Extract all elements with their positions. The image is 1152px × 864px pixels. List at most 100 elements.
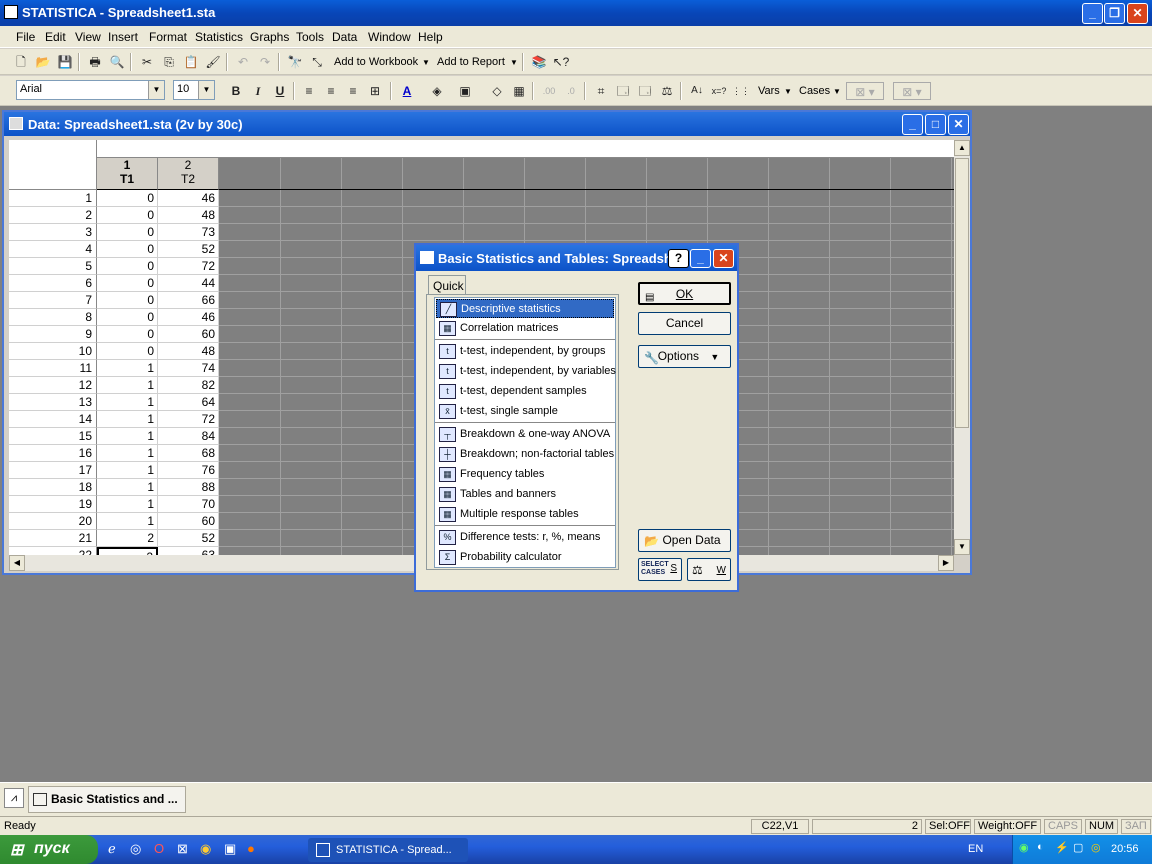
close-button[interactable]: ✕	[1127, 3, 1148, 24]
add-to-workbook-button[interactable]: Add to Workbook	[334, 56, 418, 68]
cell-t1[interactable]: 0	[97, 292, 158, 309]
goto-icon[interactable]: ⤡	[308, 53, 326, 71]
row-header[interactable]: 2	[9, 207, 97, 224]
row-header[interactable]: 22	[9, 547, 97, 555]
close-button[interactable]: ✕	[948, 114, 969, 135]
row-header[interactable]: 21	[9, 530, 97, 547]
cell-t2[interactable]: 72	[158, 258, 219, 275]
menu-edit[interactable]: Edit	[45, 30, 66, 44]
tray-icon[interactable]: ▢	[1073, 841, 1083, 854]
row-header[interactable]: 17	[9, 462, 97, 479]
column-header-t1[interactable]: 1 T1	[97, 158, 158, 190]
cell-t2[interactable]: 60	[158, 513, 219, 530]
cell-t2[interactable]: 44	[158, 275, 219, 292]
scroll-left-icon[interactable]: ◀	[9, 555, 25, 571]
row-header[interactable]: 1	[9, 190, 97, 207]
cell-t1[interactable]: 0	[97, 241, 158, 258]
border-icon[interactable]: ▣	[456, 82, 474, 100]
close-button[interactable]: ✕	[713, 249, 734, 268]
row-header[interactable]: 19	[9, 496, 97, 513]
merge-icon[interactable]: ⊞	[366, 82, 384, 100]
quick-launch-icon[interactable]: ◎	[130, 841, 141, 857]
scroll-thumb[interactable]	[955, 158, 969, 428]
row-header[interactable]: 5	[9, 258, 97, 275]
cell-t1[interactable]: 1	[97, 360, 158, 377]
help-button[interactable]: ?	[668, 249, 689, 268]
excel-icon[interactable]: ⊠	[177, 841, 188, 857]
cell-t1[interactable]: 0	[97, 343, 158, 360]
fill-color-icon[interactable]: ◈	[428, 82, 446, 100]
cell-t1[interactable]: 0	[97, 258, 158, 275]
cell-t2[interactable]: 76	[158, 462, 219, 479]
cell-t2[interactable]: 46	[158, 190, 219, 207]
chevron-down-icon[interactable]: ▼	[833, 87, 841, 96]
cell-t1[interactable]: 0	[97, 275, 158, 292]
statistica-app-icon[interactable]	[4, 5, 18, 19]
cell-t1[interactable]: 1	[97, 428, 158, 445]
minimize-button[interactable]: _	[1082, 3, 1103, 24]
cell-t2[interactable]: 82	[158, 377, 219, 394]
print-icon[interactable]: 🖶	[86, 53, 104, 71]
copy-icon[interactable]: ⎘	[160, 53, 178, 71]
cell-t1[interactable]: 0	[97, 309, 158, 326]
ie-icon[interactable]: ℯ	[108, 841, 116, 857]
menu-insert[interactable]: Insert	[108, 30, 138, 44]
list-item-descriptive-statistics[interactable]: ╱ Descriptive statistics	[436, 299, 614, 318]
cell-t2[interactable]: 46	[158, 309, 219, 326]
undo-icon[interactable]: ↶	[234, 53, 252, 71]
start-button[interactable]: ⊞ пуск	[0, 835, 98, 864]
cell-t2[interactable]: 52	[158, 241, 219, 258]
list-item-breakdown-nonfactorial[interactable]: ┼ Breakdown; non-factorial tables	[436, 445, 614, 464]
cell-t1[interactable]: 1	[97, 496, 158, 513]
maximize-button[interactable]: □	[925, 114, 946, 135]
row-header[interactable]: 4	[9, 241, 97, 258]
cell-t1[interactable]: 0	[97, 224, 158, 241]
cell-t1[interactable]: 1	[97, 445, 158, 462]
quick-launch-icon[interactable]: ▣	[224, 841, 236, 857]
var-specs-icon[interactable]: 🗔	[614, 82, 632, 100]
row-header[interactable]: 7	[9, 292, 97, 309]
menu-graphs[interactable]: Graphs	[250, 30, 289, 44]
tray-icon[interactable]: ◐	[1037, 841, 1044, 853]
scroll-right-icon[interactable]: ▶	[938, 555, 954, 571]
align-right-icon[interactable]: ≡	[344, 82, 362, 100]
column-header-t2[interactable]: 2 T2	[158, 158, 219, 190]
cell-t2[interactable]: 64	[158, 394, 219, 411]
weight-button[interactable]: ⚖ W	[687, 558, 731, 581]
row-header[interactable]: 14	[9, 411, 97, 428]
add-to-report-button[interactable]: Add to Report	[437, 56, 505, 68]
grid-icon[interactable]: ▦	[510, 82, 528, 100]
cell-t2[interactable]: 48	[158, 207, 219, 224]
save-icon[interactable]: 💾	[56, 53, 74, 71]
italic-button[interactable]: I	[249, 82, 267, 100]
tray-icon[interactable]: ◉	[1019, 841, 1029, 854]
list-item-ttest-single[interactable]: x̄ t-test, single sample	[436, 402, 614, 421]
row-header[interactable]: 6	[9, 275, 97, 292]
align-center-icon[interactable]: ≡	[322, 82, 340, 100]
opera-icon[interactable]: O	[154, 841, 164, 856]
menu-data[interactable]: Data	[332, 30, 357, 44]
row-header[interactable]: 8	[9, 309, 97, 326]
paste-icon[interactable]: 📋	[182, 53, 200, 71]
list-item-ttest-groups[interactable]: t t-test, independent, by groups	[436, 342, 614, 361]
row-header[interactable]: 15	[9, 428, 97, 445]
open-folder-icon[interactable]: 📂	[34, 53, 52, 71]
minimize-button[interactable]: _	[690, 249, 711, 268]
list-item-breakdown-anova[interactable]: ┬ Breakdown & one-way ANOVA	[436, 425, 614, 444]
cell-t2[interactable]: 73	[158, 224, 219, 241]
mdi-task-basic-statistics[interactable]: Basic Statistics and ...	[28, 786, 186, 813]
list-item-ttest-variables[interactable]: t t-test, independent, by variables	[436, 362, 616, 381]
cases-button[interactable]: Cases	[799, 85, 830, 97]
sort-icon[interactable]: A↓	[688, 82, 706, 100]
menu-format[interactable]: Format	[149, 30, 187, 44]
menu-view[interactable]: View	[75, 30, 101, 44]
quick-launch-icon[interactable]: ◉	[200, 841, 211, 857]
help-pointer-icon[interactable]: ↖?	[552, 53, 570, 71]
cell-t1[interactable]: 1	[97, 411, 158, 428]
find-icon[interactable]: 🔭	[286, 53, 304, 71]
cell-t1[interactable]: 0	[97, 207, 158, 224]
row-header[interactable]: 12	[9, 377, 97, 394]
selection-icon[interactable]: ⊠ ▾	[893, 82, 931, 100]
cell-t2[interactable]: 72	[158, 411, 219, 428]
books-icon[interactable]: 📚	[530, 53, 548, 71]
